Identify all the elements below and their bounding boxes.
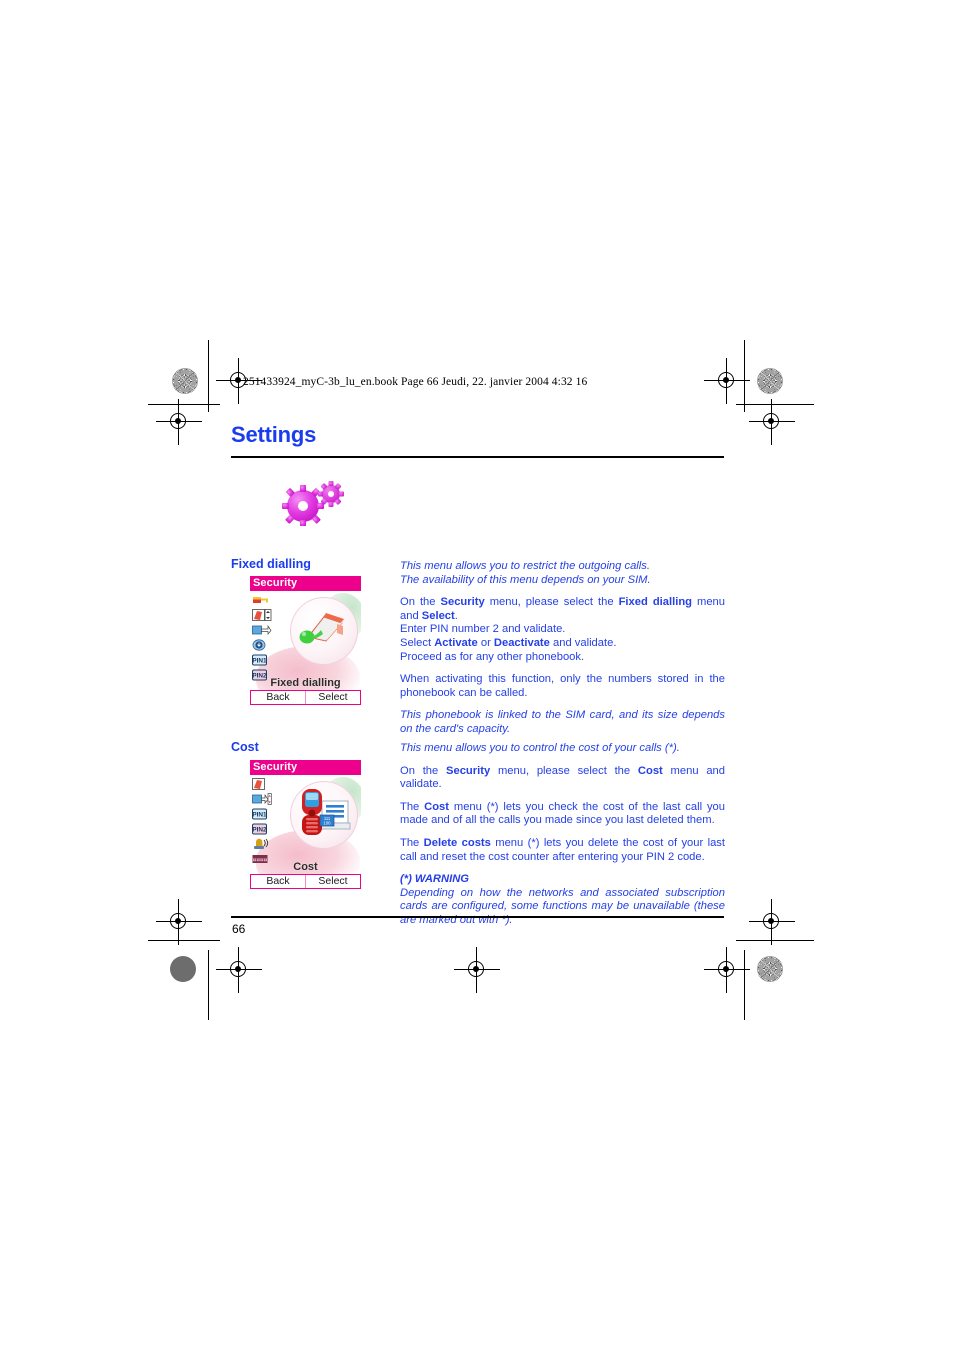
header-divider <box>231 456 724 458</box>
menu-icon-column: PIN1 PIN2 <box>252 593 276 681</box>
phone-screen-title-bar: Security <box>250 576 361 591</box>
paragraph-delete-costs-desc: The Delete costs menu (*) lets you delet… <box>400 836 726 863</box>
phone-softkey-bar: Back Select <box>250 690 361 705</box>
paragraph-intro-italic: This menu allows you to restrict the out… <box>400 560 651 586</box>
paragraph-warning-title: (*) WARNING <box>400 873 469 886</box>
gears-icon <box>276 478 348 527</box>
softkey-back[interactable]: Back <box>251 875 306 888</box>
registration-mark-lower-right <box>749 899 795 945</box>
paragraph-enter-pin: Enter PIN number 2 and validate. <box>400 623 566 636</box>
crop-line-bottom-left-horizontal <box>148 940 220 942</box>
crop-line-right-vertical-2 <box>744 950 746 1020</box>
section-body-fixed-dialling: This menu allows you to restrict the out… <box>400 560 725 746</box>
svg-text:100: 100 <box>324 821 332 826</box>
call-divert-icon <box>252 792 272 805</box>
svg-text:PIN1: PIN1 <box>252 658 267 665</box>
svg-text:PIN2: PIN2 <box>252 827 267 834</box>
paragraph-cost-intro: This menu allows you to control the cost… <box>400 742 680 754</box>
book-icon <box>252 608 272 621</box>
paragraph-sim-note: This phonebook is linked to the SIM card… <box>400 709 725 735</box>
paragraph-warning-body: Depending on how the networks and associ… <box>400 886 725 926</box>
section-heading-cost: Cost <box>231 740 259 754</box>
halftone-dot-bottom-right <box>757 956 783 982</box>
section-body-cost: This menu allows you to control the cost… <box>400 742 725 937</box>
registration-mark-upper-left <box>156 399 202 445</box>
softkey-select[interactable]: Select <box>306 691 360 704</box>
paragraph-cost-menu-desc: The Cost menu (*) lets you check the cos… <box>400 800 725 827</box>
halftone-dot-top-left <box>172 368 198 394</box>
paragraph-activate: Select Activate or Deactivate and valida… <box>400 636 617 649</box>
page-number: 66 <box>232 922 246 936</box>
phone-screenshot-cost: Security 111 100 PIN1 PIN2 ¤¤¤¤ Cost Bac… <box>250 760 361 889</box>
crop-line-bottom-right-horizontal <box>736 940 814 942</box>
alarm-icon <box>252 837 272 849</box>
crop-line-right-vertical <box>744 340 746 412</box>
svg-text:PIN1: PIN1 <box>252 812 267 819</box>
registration-mark-bottom-center <box>454 947 500 993</box>
section-heading-fixed-dialling: Fixed dialling <box>231 557 311 571</box>
crop-line-left-vertical <box>208 340 210 412</box>
phone-screen-menu-label: Cost <box>293 861 318 873</box>
footer-divider <box>231 916 724 918</box>
pin1-icon: PIN1 <box>252 653 272 666</box>
call-divert-icon <box>252 623 272 635</box>
registration-mark-bottom-left <box>216 947 262 993</box>
menu-icon-column: PIN1 PIN2 ¤¤¤¤ <box>252 777 276 864</box>
registration-mark-top-right <box>704 358 750 404</box>
softkey-back[interactable]: Back <box>251 691 306 704</box>
paragraph-proceed: Proceed as for any other phonebook. <box>400 650 585 663</box>
download-icon <box>252 638 272 651</box>
phone-softkey-bar: Back Select <box>250 874 361 889</box>
softkey-select[interactable]: Select <box>306 875 360 888</box>
key-icon <box>252 593 272 605</box>
solid-dot-bottom-left <box>170 956 196 982</box>
crop-line-left-vertical-2 <box>208 950 210 1020</box>
registration-mark-lower-left <box>156 899 202 945</box>
halftone-dot-top-right <box>757 368 783 394</box>
paragraph-activating: When activating this function, only the … <box>400 673 725 699</box>
menu-illustration-disc <box>290 597 358 665</box>
page-title: Settings <box>231 422 317 447</box>
menu-illustration-disc: 111 100 <box>290 781 358 849</box>
paragraph-cost-security-menu: On the Security menu, please select the … <box>400 764 725 791</box>
registration-mark-bottom-right <box>704 947 750 993</box>
book-icon <box>252 777 272 790</box>
registration-mark-upper-right <box>749 399 795 445</box>
book-source-line: 251433924_myC-3b_lu_en.book Page 66 Jeud… <box>243 376 588 388</box>
pin1-icon: PIN1 <box>252 807 272 820</box>
pin2-icon: PIN2 <box>252 822 272 835</box>
phone-screenshot-fixed-dialling: Security PIN1 PIN2 Fixed dialling Back S… <box>250 576 361 705</box>
phone-screen-body: 111 100 PIN1 PIN2 ¤¤¤¤ Cost <box>250 775 361 874</box>
paragraph-security-menu: On the Security menu, please select the … <box>400 596 726 622</box>
phone-screen-title-bar: Security <box>250 760 361 775</box>
phone-screen-menu-label: Fixed dialling <box>270 677 341 689</box>
phone-screen-body: PIN1 PIN2 Fixed dialling <box>250 591 361 690</box>
